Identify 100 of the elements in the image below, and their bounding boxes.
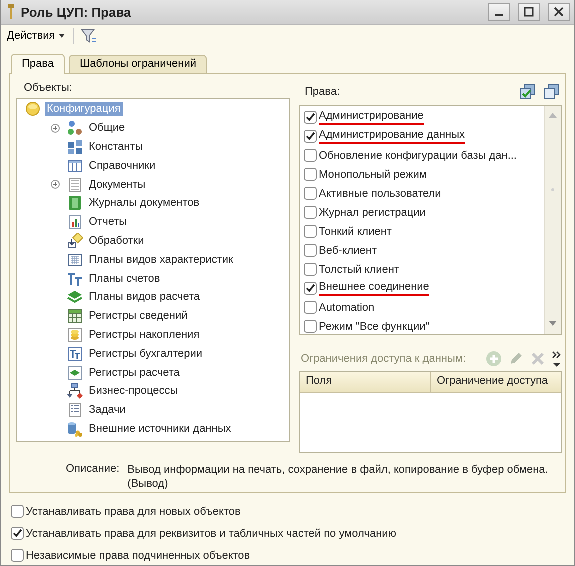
tree-item[interactable]: Регистры бухгалтерии — [87, 346, 205, 361]
t-shapes-icon — [67, 270, 83, 287]
tree-item[interactable]: Планы видов характеристик — [87, 252, 236, 267]
tree-item[interactable]: Планы счетов — [87, 272, 162, 286]
maximize-button[interactable] — [518, 3, 540, 21]
right-item[interactable]: Automation — [319, 302, 375, 314]
checkbox[interactable] — [11, 549, 24, 562]
close-button[interactable] — [548, 3, 570, 21]
tree-item[interactable]: Документы — [87, 178, 148, 192]
squares-icon — [67, 138, 83, 155]
more-button[interactable] — [552, 351, 562, 367]
filter-button[interactable] — [80, 27, 98, 45]
restrictions-label: Ограничения доступа к данным: — [300, 353, 468, 365]
maximize-icon — [524, 7, 534, 17]
tree-item[interactable]: Справочники — [87, 158, 158, 173]
right-item[interactable]: Режим "Все функции" — [319, 320, 430, 332]
tree-item[interactable]: Регистры накопления — [87, 328, 202, 342]
expand-icon[interactable] — [50, 124, 60, 133]
objects-label: Объекты: — [23, 82, 74, 94]
grid-icon — [67, 252, 83, 268]
uncheck-all-button[interactable] — [542, 84, 562, 100]
checkbox[interactable] — [304, 130, 317, 143]
table-icon — [67, 308, 83, 324]
tree-item[interactable]: Регистры расчета — [87, 366, 182, 380]
layer-box-icon — [67, 364, 83, 381]
description-text: Вывод информации на печать, сохранение в файл, копирование в буфер обмена. (Вывод) — [128, 463, 548, 491]
right-item[interactable]: Обновление конфигурации базы дан... — [319, 150, 517, 162]
check-icon — [305, 283, 316, 294]
tree-item[interactable]: Задачи — [87, 403, 128, 418]
right-item[interactable]: Администрирование — [319, 110, 424, 125]
stacked-check-icon — [520, 84, 536, 100]
option-label[interactable]: Независимые права подчиненных объектов — [26, 550, 250, 562]
right-item[interactable]: Тонкий клиент — [319, 226, 392, 238]
diamond-icon — [67, 232, 83, 249]
right-item[interactable]: Толстый клиент — [319, 264, 400, 276]
tree-item[interactable]: Планы видов расчета — [87, 290, 202, 304]
check-all-button[interactable] — [518, 84, 538, 100]
column-header[interactable]: Ограничение доступа — [431, 372, 554, 392]
checkbox[interactable] — [11, 505, 24, 518]
checkbox[interactable] — [304, 301, 317, 314]
coins-icon — [67, 326, 83, 343]
checkbox[interactable] — [304, 263, 317, 276]
checkbox[interactable] — [11, 527, 24, 540]
window-title: Роль ЦУП: Права — [21, 4, 132, 20]
tree-item[interactable]: Внешние источники данных — [87, 422, 234, 436]
more-icon — [552, 351, 562, 367]
document-icon — [67, 176, 83, 193]
check-icon — [305, 112, 316, 123]
checkbox[interactable] — [304, 168, 317, 181]
description-label: Описание: — [66, 463, 120, 477]
pencil-icon — [508, 351, 524, 367]
caret-icon — [59, 34, 66, 38]
tree-item[interactable]: Общие — [87, 121, 128, 136]
layers-icon — [67, 289, 83, 306]
minimize-icon — [495, 14, 503, 16]
book-icon — [67, 195, 83, 212]
flow-icon — [67, 383, 83, 400]
tree-item[interactable]: Константы — [87, 140, 146, 154]
checkbox[interactable] — [304, 244, 317, 257]
minimize-button[interactable] — [488, 3, 510, 21]
right-item[interactable]: Администрирование данных — [319, 129, 466, 144]
option-label[interactable]: Устанавливать права для новых объектов — [26, 506, 241, 518]
close-icon — [554, 7, 564, 17]
plus-icon — [486, 351, 502, 367]
columns-icon — [67, 158, 83, 174]
filter-icon — [81, 28, 98, 44]
delete-icon — [530, 351, 546, 367]
expand-icon[interactable] — [50, 180, 60, 190]
checkbox[interactable] — [304, 111, 317, 124]
tab[interactable]: Шаблоны ограничений — [68, 55, 208, 73]
database-icon — [67, 420, 83, 437]
checkbox[interactable] — [304, 206, 317, 219]
right-item[interactable]: Веб-клиент — [319, 244, 378, 256]
list-icon — [67, 402, 83, 418]
check-icon — [12, 528, 23, 539]
right-item[interactable]: Монопольный режим — [319, 168, 427, 180]
tab[interactable]: Права — [11, 54, 65, 74]
checkbox[interactable] — [304, 225, 317, 238]
tree-item[interactable]: Регистры сведений — [87, 309, 190, 324]
column-header[interactable]: Поля — [300, 372, 431, 392]
edit-button[interactable] — [508, 351, 524, 367]
checkbox[interactable] — [304, 149, 317, 162]
sphere-icon — [25, 101, 41, 118]
right-item[interactable]: Журнал регистрации — [319, 206, 426, 218]
checkbox[interactable] — [304, 187, 317, 200]
tree-item[interactable]: Бизнес-процессы — [87, 384, 180, 398]
chart-icon — [67, 214, 83, 230]
tree-item[interactable]: Отчеты — [87, 215, 130, 230]
rights-label: Права: — [304, 86, 342, 98]
tree-item[interactable]: Журналы документов — [87, 196, 202, 210]
nodes-icon — [67, 120, 83, 136]
option-label[interactable]: Устанавливать права для реквизитов и табличных частей по умолчанию — [26, 528, 397, 540]
actions-menu[interactable]: Действия — [5, 29, 68, 43]
key-icon — [7, 4, 15, 20]
right-item[interactable]: Внешнее соединение — [319, 281, 430, 296]
checkbox[interactable] — [304, 282, 317, 295]
stacked-windows-icon — [544, 84, 560, 100]
right-item[interactable]: Активные пользователи — [319, 188, 442, 200]
tree-item[interactable]: Обработки — [87, 234, 146, 248]
checkbox[interactable] — [304, 320, 317, 333]
